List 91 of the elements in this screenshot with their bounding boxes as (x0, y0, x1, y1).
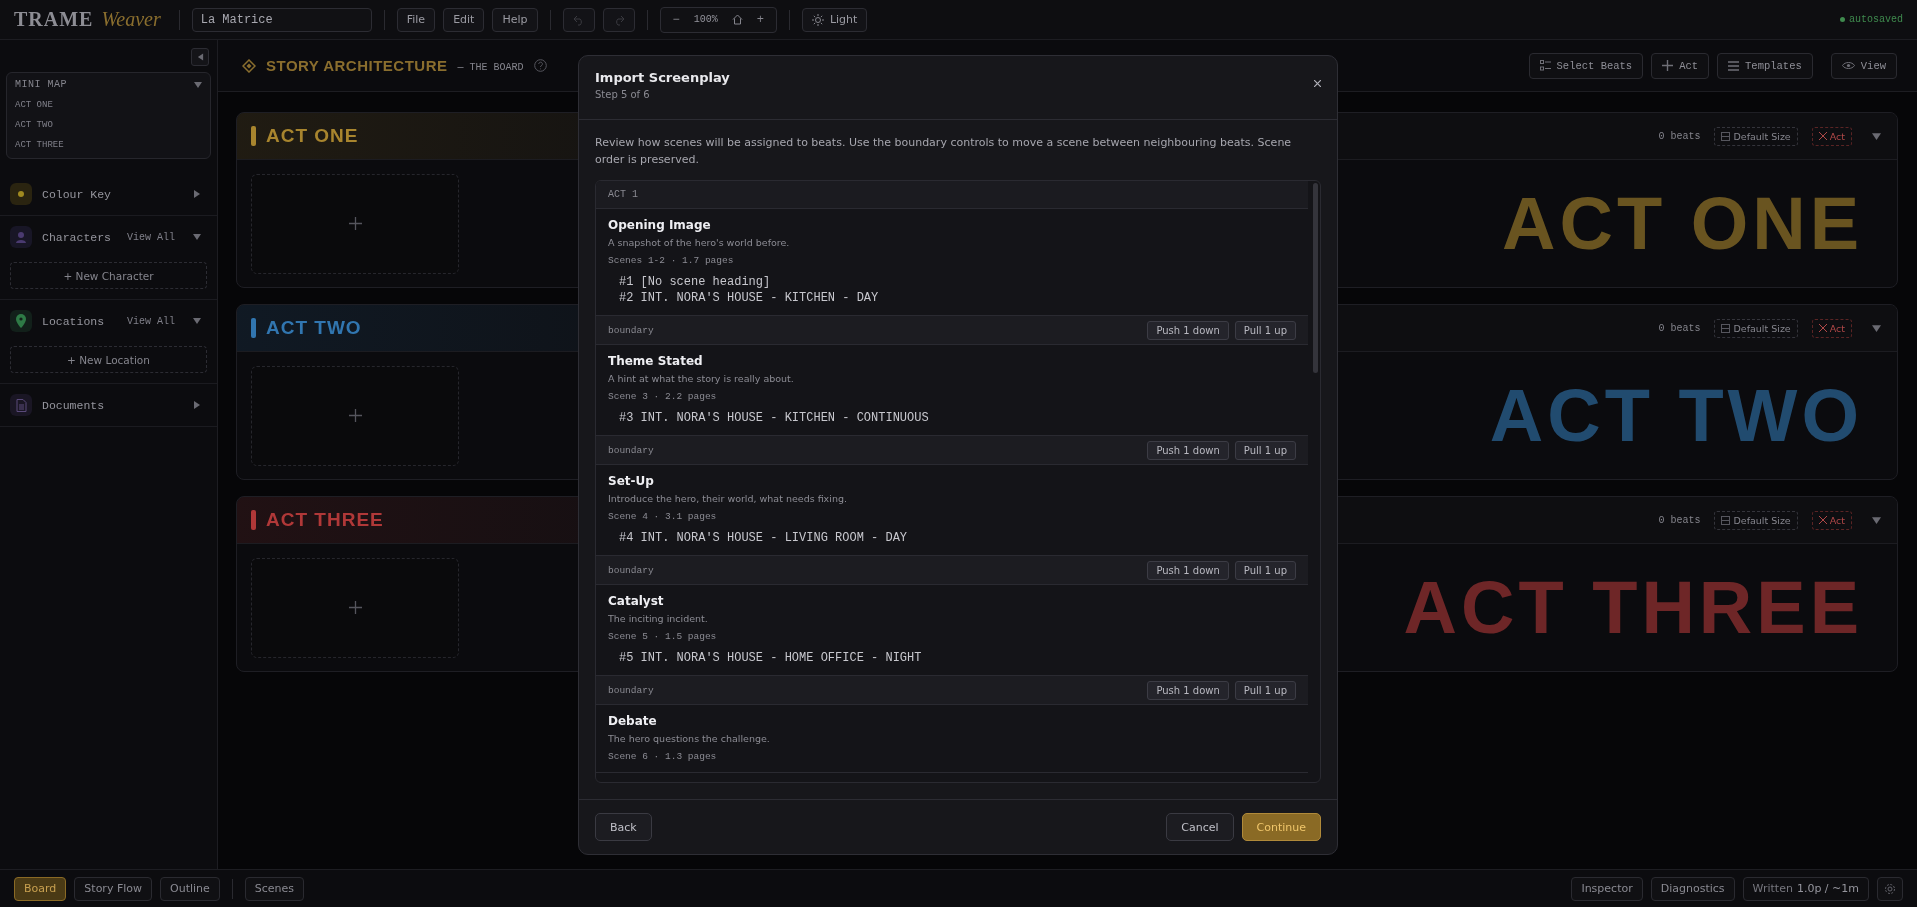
beat-title: Theme Stated (608, 354, 704, 368)
mini-map-item[interactable]: ACT THREE (15, 140, 202, 150)
zoom-level: 100% (693, 14, 718, 25)
scene-heading: #5 INT. NORA'S HOUSE - HOME OFFICE - NIGHT (619, 651, 923, 665)
panel-button[interactable]: Inspector (1571, 876, 1643, 901)
act-label: ACT 1 (596, 181, 1308, 209)
default-size-button[interactable]: Default Size (1714, 318, 1798, 338)
beat-title: Debate (608, 714, 658, 728)
scene-summary: Scene 5 · 1.5 pages (608, 631, 718, 642)
menu-button[interactable]: Help (492, 7, 538, 32)
push-down-button[interactable]: Push 1 down (1147, 560, 1229, 580)
theme-button[interactable]: Light (801, 7, 868, 32)
scene-summary: Scenes 1-2 · 1.7 pages (608, 255, 735, 266)
push-down-button[interactable]: Push 1 down (1147, 440, 1229, 460)
zoom-out-button[interactable]: − (672, 12, 680, 27)
default-size-button[interactable]: Default Size (1714, 510, 1798, 530)
back-button[interactable]: Back (595, 813, 652, 841)
delete-act-button[interactable]: Act (1811, 126, 1852, 146)
scene-heading: #3 INT. NORA'S HOUSE - KITCHEN - CONTINUOUS (619, 411, 930, 425)
beat-description: The hero questions the challenge. (608, 733, 771, 744)
menu-button[interactable]: File (396, 7, 436, 32)
view-tab[interactable]: Story Flow (74, 876, 152, 901)
beat-title: Opening Image (608, 218, 712, 232)
mini-map-item[interactable]: ACT ONE (15, 100, 202, 110)
select-button[interactable]: Select Beats (1528, 52, 1644, 79)
app-logo: TRAME (14, 8, 94, 31)
beat-count: 0 beats (1658, 322, 1701, 334)
act-title: ACT TWO (266, 317, 362, 339)
view-tab[interactable]: Outline (160, 876, 220, 901)
add-button[interactable]: + New Character (10, 262, 207, 289)
section-title[interactable]: Colour Key (42, 187, 183, 201)
scene-heading: #2 INT. NORA'S HOUSE - KITCHEN - DAY (619, 291, 880, 305)
dialog-title: Import Screenplay (595, 70, 731, 85)
beat-description: The inciting incident. (608, 613, 709, 624)
scenes-button[interactable]: Scenes (244, 876, 305, 901)
scene-heading: #4 INT. NORA'S HOUSE - LIVING ROOM - DAY (619, 531, 909, 545)
section-title[interactable]: Characters (42, 230, 117, 244)
beat-count: 0 beats (1658, 514, 1701, 526)
menu-button[interactable]: Edit (443, 7, 485, 32)
boundary-label: boundary (608, 444, 655, 456)
cancel-button[interactable]: Cancel (1166, 813, 1234, 841)
list-button[interactable]: Templates (1717, 52, 1813, 79)
zoom-in-button[interactable]: + (756, 12, 764, 27)
act-title: ACT THREE (266, 509, 384, 531)
act-backdrop-text: ACT THREE (1403, 565, 1864, 650)
mini-map-item[interactable]: ACT TWO (15, 120, 202, 130)
beat-description: A hint at what the story is really about. (608, 373, 795, 384)
mini-map-title: MINI MAP (15, 79, 67, 90)
add-button[interactable]: Act (1651, 52, 1710, 79)
view-button[interactable]: View (1830, 52, 1897, 79)
add-button[interactable]: + New Location (10, 346, 207, 373)
step-indicator: Step 5 of 6 (595, 89, 651, 100)
beat-title: Set-Up (608, 474, 655, 488)
delete-act-button[interactable]: Act (1811, 318, 1852, 338)
boundary-label: boundary (608, 564, 655, 576)
panel-button[interactable]: Diagnostics (1650, 876, 1735, 901)
pull-up-button[interactable]: Pull 1 up (1234, 560, 1296, 580)
act-backdrop-text: ACT TWO (1489, 373, 1864, 458)
scene-summary: Scene 6 · 1.3 pages (608, 751, 718, 762)
section-title[interactable]: Locations (42, 314, 117, 328)
written-value: 1.0p / ~1m (1796, 882, 1859, 895)
pull-up-button[interactable]: Pull 1 up (1234, 440, 1296, 460)
written-label: Written (1752, 882, 1793, 895)
act-backdrop-text: ACT ONE (1502, 181, 1864, 266)
beat-description: A snapshot of the hero's world before. (608, 237, 791, 248)
view-all-link[interactable]: View All (127, 315, 175, 327)
scene-summary: Scene 4 · 3.1 pages (608, 511, 718, 522)
continue-button[interactable]: Continue (1241, 813, 1321, 841)
project-name-field[interactable]: La Matrice (191, 7, 372, 32)
pull-up-button[interactable]: Pull 1 up (1234, 680, 1296, 700)
board-subtitle: — THE BOARD (457, 61, 524, 73)
delete-act-button[interactable]: Act (1811, 510, 1852, 530)
beat-title: Catalyst (608, 594, 665, 608)
beat-count: 0 beats (1658, 130, 1701, 142)
boundary-label: boundary (608, 324, 655, 336)
scene-summary: Scene 3 · 2.2 pages (608, 391, 718, 402)
view-tab[interactable]: Board (14, 876, 67, 901)
autosave-status: autosaved (1840, 14, 1903, 25)
push-down-button[interactable]: Push 1 down (1147, 320, 1229, 340)
section-title[interactable]: Documents (42, 398, 183, 412)
view-all-link[interactable]: View All (127, 231, 175, 243)
beat-description: Introduce the hero, their world, what needs fixing. (608, 493, 848, 504)
app-logo-subtitle: Weaver (101, 8, 161, 31)
dialog-description: Review how scenes will be assigned to beats. Use the boundary controls to move a scene between neighbouring beats. Scene order is preserved. (595, 135, 1293, 168)
pull-up-button[interactable]: Pull 1 up (1234, 320, 1296, 340)
boundary-label: boundary (608, 684, 655, 696)
push-down-button[interactable]: Push 1 down (1147, 680, 1229, 700)
default-size-button[interactable]: Default Size (1714, 126, 1798, 146)
scene-heading: #1 [No scene heading] (619, 275, 772, 289)
act-title: ACT ONE (266, 125, 359, 147)
board-title: STORY ARCHITECTURE (266, 57, 448, 74)
